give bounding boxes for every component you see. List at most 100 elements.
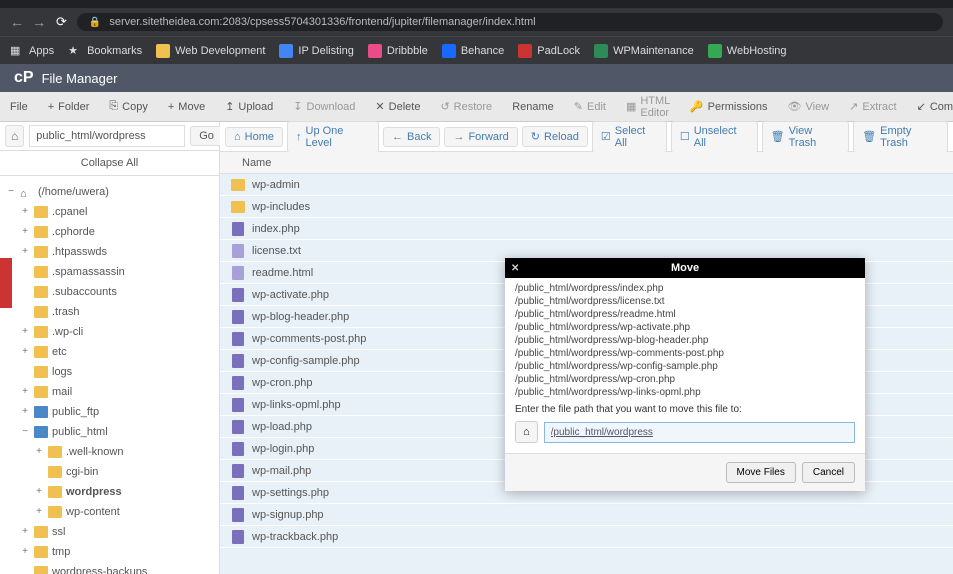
back-icon[interactable]: ← <box>10 14 24 30</box>
toolbar-copy[interactable]: ⎘Copy <box>99 100 158 113</box>
destination-input[interactable] <box>544 422 855 443</box>
tree-item[interactable]: cgi-bin <box>0 462 219 482</box>
bookmark-item[interactable]: Dribbble <box>368 44 428 58</box>
toolbar-move[interactable]: +Move <box>158 101 215 113</box>
tree-item[interactable]: .spamassassin <box>0 262 219 282</box>
tree-item[interactable]: + .wp-cli <box>0 322 219 342</box>
collapse-all-button[interactable]: Collapse All <box>0 151 219 176</box>
move-files-button[interactable]: Move Files <box>726 462 796 483</box>
expand-icon[interactable]: + <box>34 504 44 520</box>
toolbar-delete[interactable]: ✕Delete <box>365 100 430 113</box>
action-home[interactable]: ⌂Home <box>225 127 283 147</box>
tree-item[interactable]: +wordpress <box>0 482 219 502</box>
expand-icon[interactable]: + <box>20 244 30 260</box>
tree-item[interactable]: +.well-known <box>0 442 219 462</box>
reload-icon[interactable]: ⟳ <box>56 14 67 30</box>
expand-icon[interactable]: − <box>20 424 30 440</box>
toolbar-rename[interactable]: Rename <box>502 101 564 113</box>
tree-item[interactable]: logs <box>0 362 219 382</box>
tree-item[interactable]: .trash <box>0 302 219 322</box>
action-up-one-level[interactable]: ↑Up One Level <box>287 121 379 153</box>
actions-bar: ⌂Home↑Up One Level←Back→Forward↻Reload☑S… <box>220 122 953 152</box>
file-item[interactable]: wp-admin <box>220 174 953 196</box>
tree-item[interactable]: +ssl <box>0 522 219 542</box>
toolbar-restore[interactable]: ↺Restore <box>430 100 502 113</box>
expand-icon[interactable]: + <box>20 204 30 220</box>
folder-icon <box>230 200 246 214</box>
expand-icon[interactable]: + <box>34 444 44 460</box>
side-tab[interactable] <box>0 258 12 308</box>
action-reload[interactable]: ↻Reload <box>522 126 588 147</box>
expand-icon[interactable]: + <box>34 484 44 500</box>
toolbar-folder[interactable]: +Folder <box>38 101 100 113</box>
home-icon[interactable]: ⌂ <box>5 125 24 147</box>
toolbar-file[interactable]: File <box>0 101 38 113</box>
tree-item[interactable]: −public_html <box>0 422 219 442</box>
file-item[interactable]: wp-trackback.php <box>220 526 953 548</box>
expand-icon[interactable]: + <box>20 544 30 560</box>
file-item[interactable]: index.php <box>220 218 953 240</box>
expand-icon[interactable]: + <box>20 524 30 540</box>
extract-icon: ↗ <box>849 100 858 113</box>
expand-icon[interactable]: + <box>20 324 30 340</box>
sidebar: ⌂ Go Collapse All −⌂(/home/uwera)+.cpane… <box>0 122 220 574</box>
toolbar-upload[interactable]: ↥Upload <box>215 100 283 113</box>
file-icon <box>230 420 246 434</box>
toolbar-download[interactable]: ↧Download <box>283 100 365 113</box>
tree-item[interactable]: .subaccounts <box>0 282 219 302</box>
tree-item[interactable]: +mail <box>0 382 219 402</box>
bookmark-item[interactable]: Web Development <box>156 44 265 58</box>
toolbar-permissions[interactable]: 🔑Permissions <box>680 100 778 113</box>
bookmark-item[interactable]: PadLock <box>518 44 580 58</box>
tree-item[interactable]: +.cphorde <box>0 222 219 242</box>
bookmark-item[interactable]: ★Bookmarks <box>68 44 142 58</box>
action-unselect-all[interactable]: ☐Unselect All <box>671 121 758 153</box>
expand-icon[interactable]: + <box>20 384 30 400</box>
url-input[interactable]: 🔒 server.sitetheidea.com:2083/cpsess5704… <box>77 13 943 31</box>
file-item[interactable]: wp-signup.php <box>220 504 953 526</box>
tree-item[interactable]: +tmp <box>0 542 219 562</box>
bookmark-icon <box>279 44 293 58</box>
expand-icon[interactable]: + <box>20 224 30 240</box>
expand-icon[interactable]: + <box>20 344 30 360</box>
action-forward[interactable]: →Forward <box>444 127 517 147</box>
bookmark-label: Behance <box>461 45 504 57</box>
toolbar-com[interactable]: ↙Com <box>907 100 953 113</box>
unselect-all-icon: ☐ <box>680 130 690 143</box>
folder-icon <box>34 206 48 218</box>
toolbar-view[interactable]: 👁View <box>778 100 840 113</box>
tree-label: .wp-cli <box>52 324 83 340</box>
tree-item[interactable]: +etc <box>0 342 219 362</box>
bookmark-item[interactable]: IP Delisting <box>279 44 353 58</box>
tree-item[interactable]: +.htpasswds <box>0 242 219 262</box>
file-name: wp-admin <box>252 179 300 191</box>
bookmark-label: WPMaintenance <box>613 45 694 57</box>
bookmark-item[interactable]: WPMaintenance <box>594 44 694 58</box>
home-button[interactable]: ⌂ <box>515 421 538 443</box>
action-back[interactable]: ←Back <box>383 127 440 147</box>
toolbar-edit[interactable]: ✎Edit <box>564 100 616 113</box>
tree-item[interactable]: +.cpanel <box>0 202 219 222</box>
path-input[interactable] <box>29 125 185 147</box>
tree-item[interactable]: −⌂(/home/uwera) <box>0 182 219 202</box>
action-empty-trash[interactable]: 🗑Empty Trash <box>853 121 948 153</box>
action-select-all[interactable]: ☑Select All <box>592 121 667 153</box>
bookmark-item[interactable]: ▦Apps <box>10 44 54 58</box>
tree-item[interactable]: +public_ftp <box>0 402 219 422</box>
file-item[interactable]: wp-includes <box>220 196 953 218</box>
expand-icon[interactable]: − <box>6 184 16 200</box>
forward-icon: → <box>453 131 464 143</box>
forward-icon[interactable]: → <box>32 14 46 30</box>
expand-icon[interactable]: + <box>20 404 30 420</box>
toolbar-extract[interactable]: ↗Extract <box>839 100 906 113</box>
bookmark-item[interactable]: WebHosting <box>708 44 787 58</box>
action-view-trash[interactable]: 🗑View Trash <box>762 121 850 153</box>
cancel-button[interactable]: Cancel <box>802 462 855 483</box>
bookmark-item[interactable]: Behance <box>442 44 504 58</box>
close-icon[interactable]: ✕ <box>511 263 519 274</box>
toolbar-html-editor[interactable]: ▦HTML Editor <box>616 95 680 119</box>
tree-item[interactable]: wordpress-backups <box>0 562 219 574</box>
go-button[interactable]: Go <box>190 126 223 146</box>
list-header[interactable]: Name <box>220 152 953 174</box>
tree-item[interactable]: +wp-content <box>0 502 219 522</box>
